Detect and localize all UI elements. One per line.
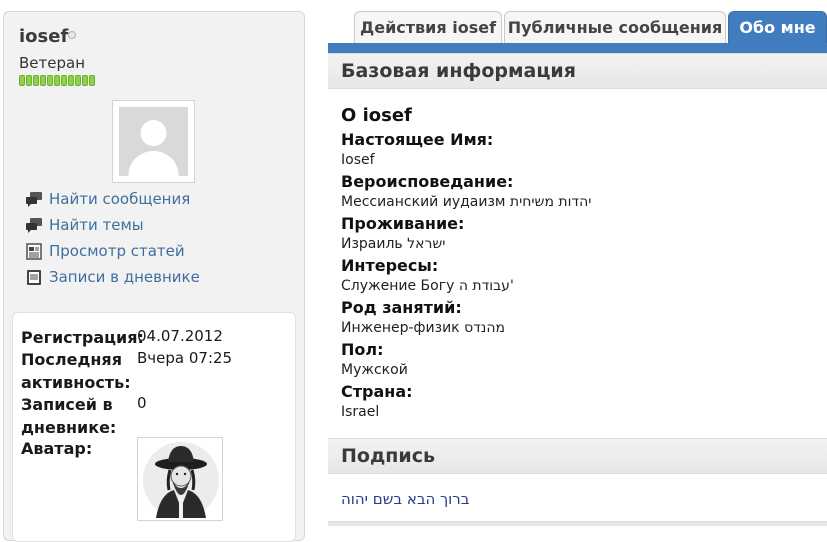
last-activity-label-2: активность:: [21, 373, 131, 392]
bottom-divider: [328, 521, 827, 526]
country-value: Israel: [341, 404, 380, 420]
blog-entries-link[interactable]: Записи в дневнике: [24, 264, 200, 290]
username: iosef: [19, 26, 69, 47]
reputation-pip: [89, 75, 95, 86]
reputation-pip: [19, 75, 25, 86]
real-name-value: Iosef: [341, 152, 375, 168]
profile-sidebar: iosef Ветеран Найти сообщения Найти темы…: [3, 11, 305, 542]
tab-public-messages[interactable]: Публичные сообщения: [504, 11, 726, 43]
diary-entries-label-2: дневнике:: [21, 418, 117, 437]
signature-text: ברוך הבא בשם יהוה: [341, 490, 470, 508]
interests-value: Служение Богу עבודת ה': [341, 278, 514, 294]
gender-value: Мужской: [341, 362, 408, 378]
occupation-label: Род занятий:: [341, 298, 462, 317]
sidebar-links: Найти сообщения Найти темы Просмотр стат…: [24, 186, 200, 290]
diary-entries-label: Записей в: [21, 395, 113, 414]
interests-label: Интересы:: [341, 256, 439, 275]
find-posts-link[interactable]: Найти сообщения: [24, 186, 200, 212]
search-posts-icon: [24, 190, 44, 208]
user-stats-box: Регистрация: 04.07.2012 Последняя активн…: [12, 312, 296, 542]
registration-value: 04.07.2012: [137, 327, 223, 345]
religion-label: Вероисповедание:: [341, 172, 514, 191]
blog-entries-label: Записи в дневнике: [49, 268, 200, 286]
occupation-value: Инженер-физик מהנדס: [341, 320, 506, 336]
reputation-pip: [68, 75, 74, 86]
user-avatar-image: [137, 437, 223, 521]
find-threads-label: Найти темы: [49, 216, 144, 234]
reputation-pip: [26, 75, 32, 86]
view-articles-link[interactable]: Просмотр статей: [24, 238, 200, 264]
reputation-pip: [82, 75, 88, 86]
reputation-pip: [33, 75, 39, 86]
tab-about-me[interactable]: Обо мне: [728, 11, 827, 43]
basic-info-header: Базовая информация: [328, 53, 827, 89]
location-label: Проживание:: [341, 214, 465, 233]
default-avatar: [112, 100, 195, 183]
location-value: Израиль ישראל: [341, 236, 446, 252]
diary-entries-value: 0: [137, 394, 147, 412]
real-name-label: Настоящее Имя:: [341, 130, 494, 149]
gender-label: Пол:: [341, 340, 384, 359]
last-activity-label: Последняя: [21, 350, 122, 369]
registration-label: Регистрация:: [21, 328, 144, 347]
find-threads-link[interactable]: Найти темы: [24, 212, 200, 238]
reputation-bar: [19, 75, 95, 86]
search-threads-icon: [24, 216, 44, 234]
religion-value: Мессианский иудаизм יהדות משיחית: [341, 194, 592, 210]
reputation-pip: [54, 75, 60, 86]
about-title: О iosef: [341, 105, 412, 126]
tab-activity[interactable]: Действия iosef: [354, 11, 502, 43]
signature-header: Подпись: [328, 438, 827, 474]
blog-icon: [24, 268, 44, 286]
offline-status-icon: [68, 31, 76, 39]
reputation-pip: [40, 75, 46, 86]
last-activity-value: Вчера 07:25: [137, 349, 233, 367]
country-label: Страна:: [341, 382, 413, 401]
tab-underline: [328, 43, 827, 53]
avatar-label: Аватар:: [21, 439, 93, 458]
view-articles-label: Просмотр статей: [49, 242, 185, 260]
articles-icon: [24, 242, 44, 260]
reputation-pip: [75, 75, 81, 86]
find-posts-label: Найти сообщения: [49, 190, 191, 208]
reputation-pip: [61, 75, 67, 86]
reputation-pip: [47, 75, 53, 86]
user-rank: Ветеран: [19, 54, 86, 72]
